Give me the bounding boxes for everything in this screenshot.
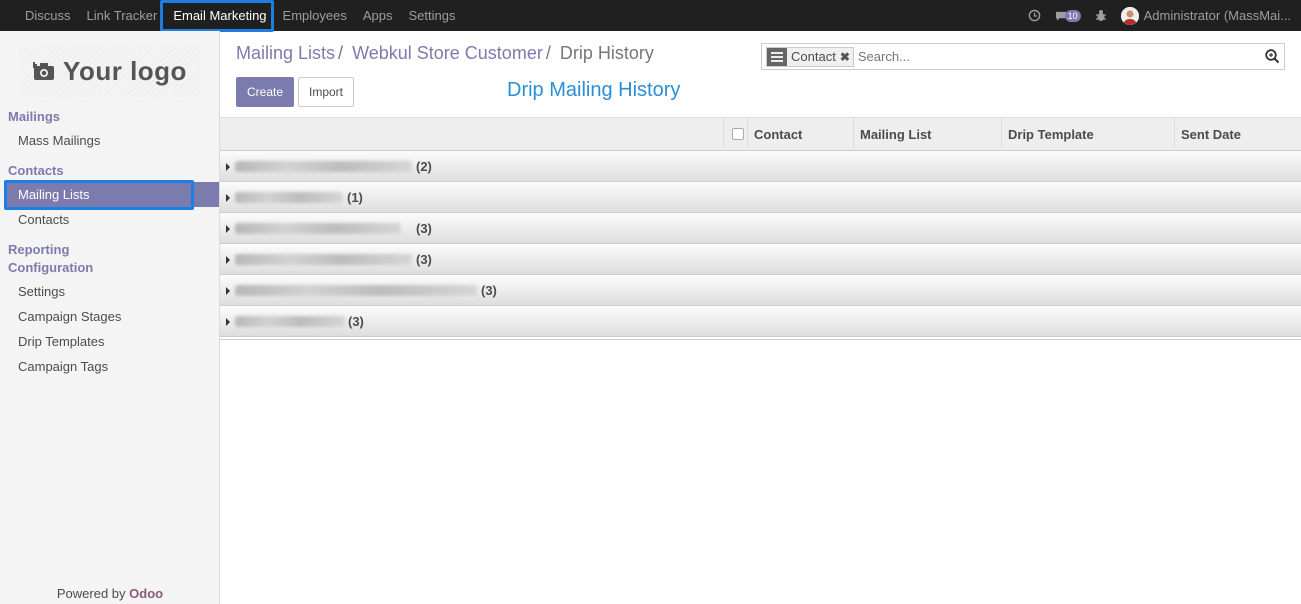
bug-icon[interactable] (1095, 9, 1107, 22)
list-view: Contact Mailing List Drip Template Sent … (220, 117, 1301, 340)
powered-brand-link[interactable]: Odoo (129, 586, 163, 601)
powered-prefix: Powered by (56, 586, 130, 601)
sidebar-item-campaign-tags[interactable]: Campaign Tags (18, 359, 108, 374)
group-row[interactable]: (1) (220, 182, 1301, 213)
redacted-email (235, 254, 412, 265)
remove-facet-icon[interactable]: ✖ (840, 50, 850, 64)
breadcrumb-mailing-lists[interactable]: Mailing Lists (236, 43, 335, 63)
section-reporting[interactable]: Reporting (8, 242, 69, 257)
section-configuration[interactable]: Configuration (8, 260, 93, 275)
search-bar: Contact ✖ (761, 43, 1285, 70)
menu-employees[interactable]: Employees (275, 0, 355, 31)
menu-apps[interactable]: Apps (355, 0, 401, 31)
menu-discuss[interactable]: Discuss (17, 0, 79, 31)
avatar[interactable] (1120, 6, 1139, 25)
group-by-icon (767, 47, 787, 66)
column-contact[interactable]: Contact (747, 118, 853, 151)
group-row[interactable]: (3) (220, 306, 1301, 337)
group-count: (3) (416, 221, 432, 236)
group-count: (3) (416, 252, 432, 267)
breadcrumb-webkul-store-customer[interactable]: Webkul Store Customer (352, 43, 543, 63)
sidebar-item-campaign-stages[interactable]: Campaign Stages (18, 309, 121, 324)
expand-arrow-icon (226, 256, 230, 264)
sidebar-item-settings[interactable]: Settings (18, 284, 65, 299)
select-all-checkbox[interactable] (732, 128, 744, 140)
section-contacts[interactable]: Contacts (8, 163, 64, 178)
sidebar-item-mass-mailings[interactable]: Mass Mailings (18, 133, 100, 148)
expand-arrow-icon (226, 287, 230, 295)
group-row[interactable]: (3) (220, 213, 1301, 244)
search-facet-label: Contact (791, 49, 836, 64)
systray: 10 Administrator (MassMai... (1028, 0, 1291, 31)
menu-settings[interactable]: Settings (400, 0, 463, 31)
clock-icon[interactable] (1028, 9, 1041, 22)
messages-badge: 10 (1064, 9, 1081, 22)
breadcrumb-current: Drip History (559, 43, 654, 63)
highlight-email-marketing (160, 0, 274, 32)
select-all-cell (723, 118, 748, 151)
import-button[interactable]: Import (298, 77, 354, 107)
menu-link-tracker[interactable]: Link Tracker (79, 0, 166, 31)
column-sent-date[interactable]: Sent Date (1174, 118, 1301, 151)
breadcrumb-separator: / (545, 43, 551, 63)
user-menu[interactable]: Administrator (MassMai... (1144, 8, 1291, 23)
breadcrumb-separator: / (338, 43, 344, 63)
group-row[interactable]: (3) (220, 275, 1301, 306)
sidebar-item-drip-templates[interactable]: Drip Templates (18, 334, 104, 349)
expand-arrow-icon (226, 225, 230, 233)
sidebar: Your logo Mailings Mass Mailings Contact… (0, 31, 220, 604)
redacted-email (235, 161, 412, 172)
logo-text: Your logo (63, 55, 187, 86)
messages-icon[interactable]: 10 (1055, 9, 1081, 22)
group-count: (3) (348, 314, 364, 329)
view-title: Drip Mailing History (507, 79, 681, 101)
section-mailings[interactable]: Mailings (8, 109, 60, 124)
redacted-email (235, 316, 345, 327)
search-facet[interactable]: Contact ✖ (766, 46, 854, 67)
group-count: (1) (347, 190, 363, 205)
column-drip-template[interactable]: Drip Template (1001, 118, 1174, 151)
breadcrumb: Mailing Lists / Webkul Store Customer / Dr… (236, 43, 654, 64)
redacted-email (235, 223, 401, 234)
list-footer (220, 337, 1301, 340)
create-button[interactable]: Create (236, 77, 294, 107)
redacted-email (235, 285, 477, 296)
company-logo[interactable]: Your logo (20, 45, 200, 97)
group-row[interactable]: (2) (220, 151, 1301, 182)
group-row[interactable]: (3) (220, 244, 1301, 275)
powered-by: Powered by Odoo (0, 586, 220, 601)
search-input[interactable] (857, 49, 1260, 64)
highlight-mailing-lists (4, 180, 194, 210)
expand-arrow-icon (226, 194, 230, 202)
table-header: Contact Mailing List Drip Template Sent … (220, 117, 1301, 151)
group-count: (3) (481, 283, 497, 298)
search-icon[interactable] (1260, 49, 1284, 64)
sidebar-item-contacts[interactable]: Contacts (18, 212, 69, 227)
group-count: (2) (416, 159, 432, 174)
column-mailing-list[interactable]: Mailing List (853, 118, 1001, 151)
redacted-email (235, 192, 343, 203)
camera-icon (33, 62, 55, 80)
expand-arrow-icon (226, 163, 230, 171)
expand-arrow-icon (226, 318, 230, 326)
